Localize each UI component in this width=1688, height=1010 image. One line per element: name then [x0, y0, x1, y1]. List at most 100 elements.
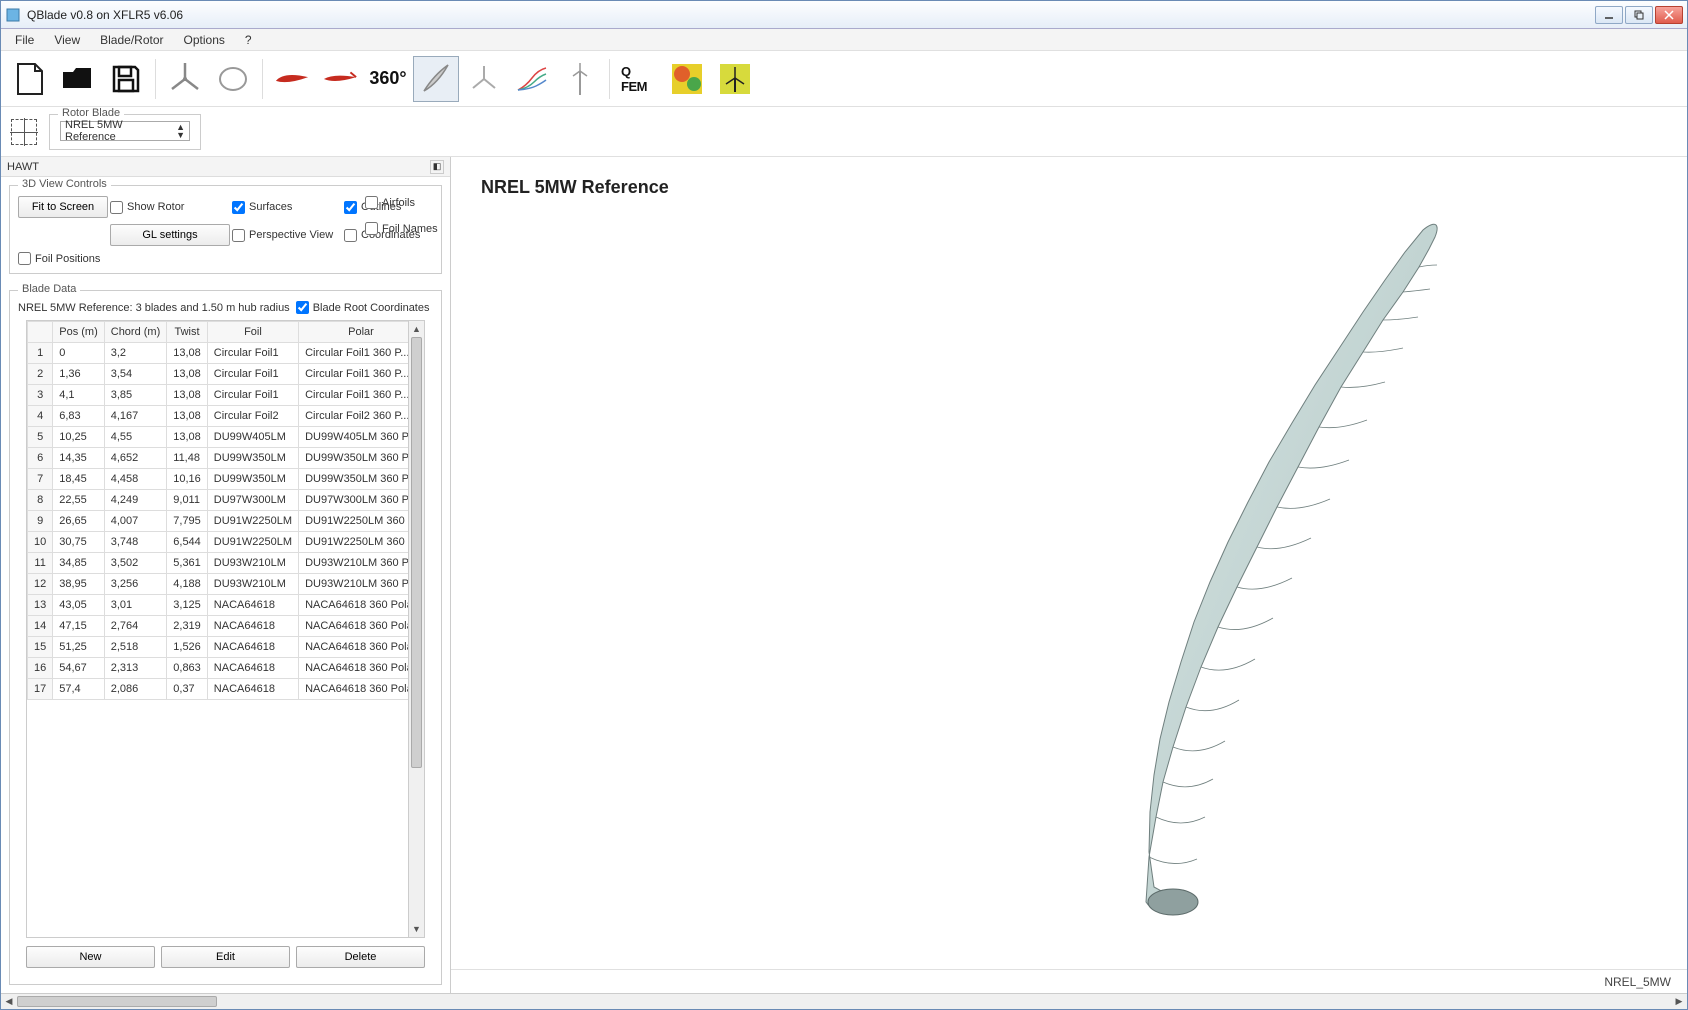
col-chord[interactable]: Chord (m) [104, 322, 167, 343]
ellipse-icon[interactable] [210, 56, 256, 102]
hscroll-left-icon[interactable]: ◀ [1, 994, 17, 1009]
cell-polar[interactable]: DU93W210LM 360 P... [299, 574, 408, 595]
airfoils-checkbox[interactable] [365, 196, 378, 209]
cell-pos[interactable]: 0 [53, 343, 105, 364]
table-row[interactable]: 46,834,16713,08Circular Foil2Circular Fo… [28, 406, 409, 427]
cell-polar[interactable]: DU99W405LM 360 P... [299, 427, 408, 448]
cell-polar[interactable]: DU99W350LM 360 P... [299, 469, 408, 490]
gl-settings-button[interactable]: GL settings [110, 224, 230, 246]
open-file-icon[interactable] [55, 56, 101, 102]
cell-chord[interactable]: 3,256 [104, 574, 167, 595]
cell-twist[interactable]: 7,795 [167, 511, 208, 532]
cell-foil[interactable]: DU97W300LM [207, 490, 298, 511]
delete-button[interactable]: Delete [296, 946, 425, 968]
cell-twist[interactable]: 2,319 [167, 616, 208, 637]
cell-pos[interactable]: 1,36 [53, 364, 105, 385]
curve-plot-icon[interactable] [509, 56, 555, 102]
cell-pos[interactable]: 38,95 [53, 574, 105, 595]
table-row[interactable]: 1030,753,7486,544DU91W2250LMDU91W2250LM … [28, 532, 409, 553]
cell-polar[interactable]: DU97W300LM 360 P... [299, 490, 408, 511]
table-vscrollbar[interactable]: ▲ ▼ [408, 321, 424, 937]
cell-polar[interactable]: DU99W350LM 360 P... [299, 448, 408, 469]
scroll-down-icon[interactable]: ▼ [409, 921, 424, 937]
table-row[interactable]: 1654,672,3130,863NACA64618NACA64618 360 … [28, 658, 409, 679]
cell-pos[interactable]: 43,05 [53, 595, 105, 616]
cell-polar[interactable]: DU91W2250LM 360 ... [299, 511, 408, 532]
cell-chord[interactable]: 2,313 [104, 658, 167, 679]
table-row[interactable]: 103,213,08Circular Foil1Circular Foil1 3… [28, 343, 409, 364]
table-row[interactable]: 1447,152,7642,319NACA64618NACA64618 360 … [28, 616, 409, 637]
cell-foil[interactable]: Circular Foil1 [207, 343, 298, 364]
col-foil[interactable]: Foil [207, 322, 298, 343]
turbine-hawt-icon[interactable] [162, 56, 208, 102]
cell-foil[interactable]: NACA64618 [207, 637, 298, 658]
minimize-button[interactable] [1595, 6, 1623, 24]
table-row[interactable]: 1551,252,5181,526NACA64618NACA64618 360 … [28, 637, 409, 658]
table-row[interactable]: 34,13,8513,08Circular Foil1Circular Foil… [28, 385, 409, 406]
cell-chord[interactable]: 3,54 [104, 364, 167, 385]
edit-button[interactable]: Edit [161, 946, 290, 968]
airfoil-red-icon[interactable] [269, 56, 315, 102]
airfoil-thin-icon[interactable] [317, 56, 363, 102]
cell-twist[interactable]: 4,188 [167, 574, 208, 595]
hscroll-right-icon[interactable]: ▶ [1671, 994, 1687, 1009]
viewport-3d[interactable]: NREL 5MW Reference [451, 157, 1687, 969]
coordinates-checkbox[interactable] [344, 229, 357, 242]
window-hscrollbar[interactable]: ◀ ▶ [1, 993, 1687, 1009]
screenshot-target-icon[interactable] [11, 119, 37, 145]
cell-pos[interactable]: 18,45 [53, 469, 105, 490]
fit-to-screen-button[interactable]: Fit to Screen [18, 196, 108, 218]
cell-twist[interactable]: 0,863 [167, 658, 208, 679]
cell-foil[interactable]: NACA64618 [207, 658, 298, 679]
cell-foil[interactable]: DU99W405LM [207, 427, 298, 448]
hscroll-thumb[interactable] [17, 996, 217, 1007]
cell-chord[interactable]: 4,458 [104, 469, 167, 490]
cell-twist[interactable]: 6,544 [167, 532, 208, 553]
cell-chord[interactable]: 3,748 [104, 532, 167, 553]
cell-chord[interactable]: 4,249 [104, 490, 167, 511]
blade-root-checkbox[interactable] [296, 301, 309, 314]
table-row[interactable]: 1343,053,013,125NACA64618NACA64618 360 P… [28, 595, 409, 616]
cell-pos[interactable]: 4,1 [53, 385, 105, 406]
cell-pos[interactable]: 51,25 [53, 637, 105, 658]
cell-foil[interactable]: NACA64618 [207, 616, 298, 637]
cell-polar[interactable]: NACA64618 360 Polar [299, 658, 408, 679]
cell-twist[interactable]: 10,16 [167, 469, 208, 490]
panel-undock-icon[interactable]: ◧ [430, 160, 444, 174]
cell-twist[interactable]: 9,011 [167, 490, 208, 511]
cell-pos[interactable]: 30,75 [53, 532, 105, 553]
cell-polar[interactable]: DU93W210LM 360 P... [299, 553, 408, 574]
cell-foil[interactable]: DU99W350LM [207, 448, 298, 469]
cell-foil[interactable]: DU91W2250LM [207, 532, 298, 553]
scroll-thumb[interactable] [411, 337, 422, 768]
new-file-icon[interactable] [7, 56, 53, 102]
cell-pos[interactable]: 26,65 [53, 511, 105, 532]
maximize-button[interactable] [1625, 6, 1653, 24]
cell-polar[interactable]: NACA64618 360 Polar [299, 679, 408, 700]
cell-foil[interactable]: Circular Foil2 [207, 406, 298, 427]
cell-chord[interactable]: 4,652 [104, 448, 167, 469]
tower-icon[interactable] [557, 56, 603, 102]
menu-blade[interactable]: Blade/Rotor [92, 31, 171, 49]
cell-chord[interactable]: 3,2 [104, 343, 167, 364]
table-row[interactable]: 926,654,0077,795DU91W2250LMDU91W2250LM 3… [28, 511, 409, 532]
rotor-small-icon[interactable] [461, 56, 507, 102]
perspective-checkbox[interactable] [232, 229, 245, 242]
col-polar[interactable]: Polar [299, 322, 408, 343]
cell-pos[interactable]: 34,85 [53, 553, 105, 574]
rotor-blade-select[interactable]: NREL 5MW Reference ▲▼ [60, 121, 190, 141]
cell-pos[interactable]: 10,25 [53, 427, 105, 448]
cell-foil[interactable]: DU99W350LM [207, 469, 298, 490]
col-rownum[interactable] [28, 322, 53, 343]
cell-polar[interactable]: NACA64618 360 Polar [299, 637, 408, 658]
close-button[interactable] [1655, 6, 1683, 24]
field-turbine-icon[interactable] [712, 56, 758, 102]
table-row[interactable]: 822,554,2499,011DU97W300LMDU97W300LM 360… [28, 490, 409, 511]
foil-names-checkbox[interactable] [365, 222, 378, 235]
menu-view[interactable]: View [46, 31, 88, 49]
cell-foil[interactable]: DU91W2250LM [207, 511, 298, 532]
blade-icon[interactable] [413, 56, 459, 102]
360deg-icon[interactable]: 360° [365, 56, 411, 102]
outlines-checkbox[interactable] [344, 201, 357, 214]
cell-twist[interactable]: 13,08 [167, 406, 208, 427]
